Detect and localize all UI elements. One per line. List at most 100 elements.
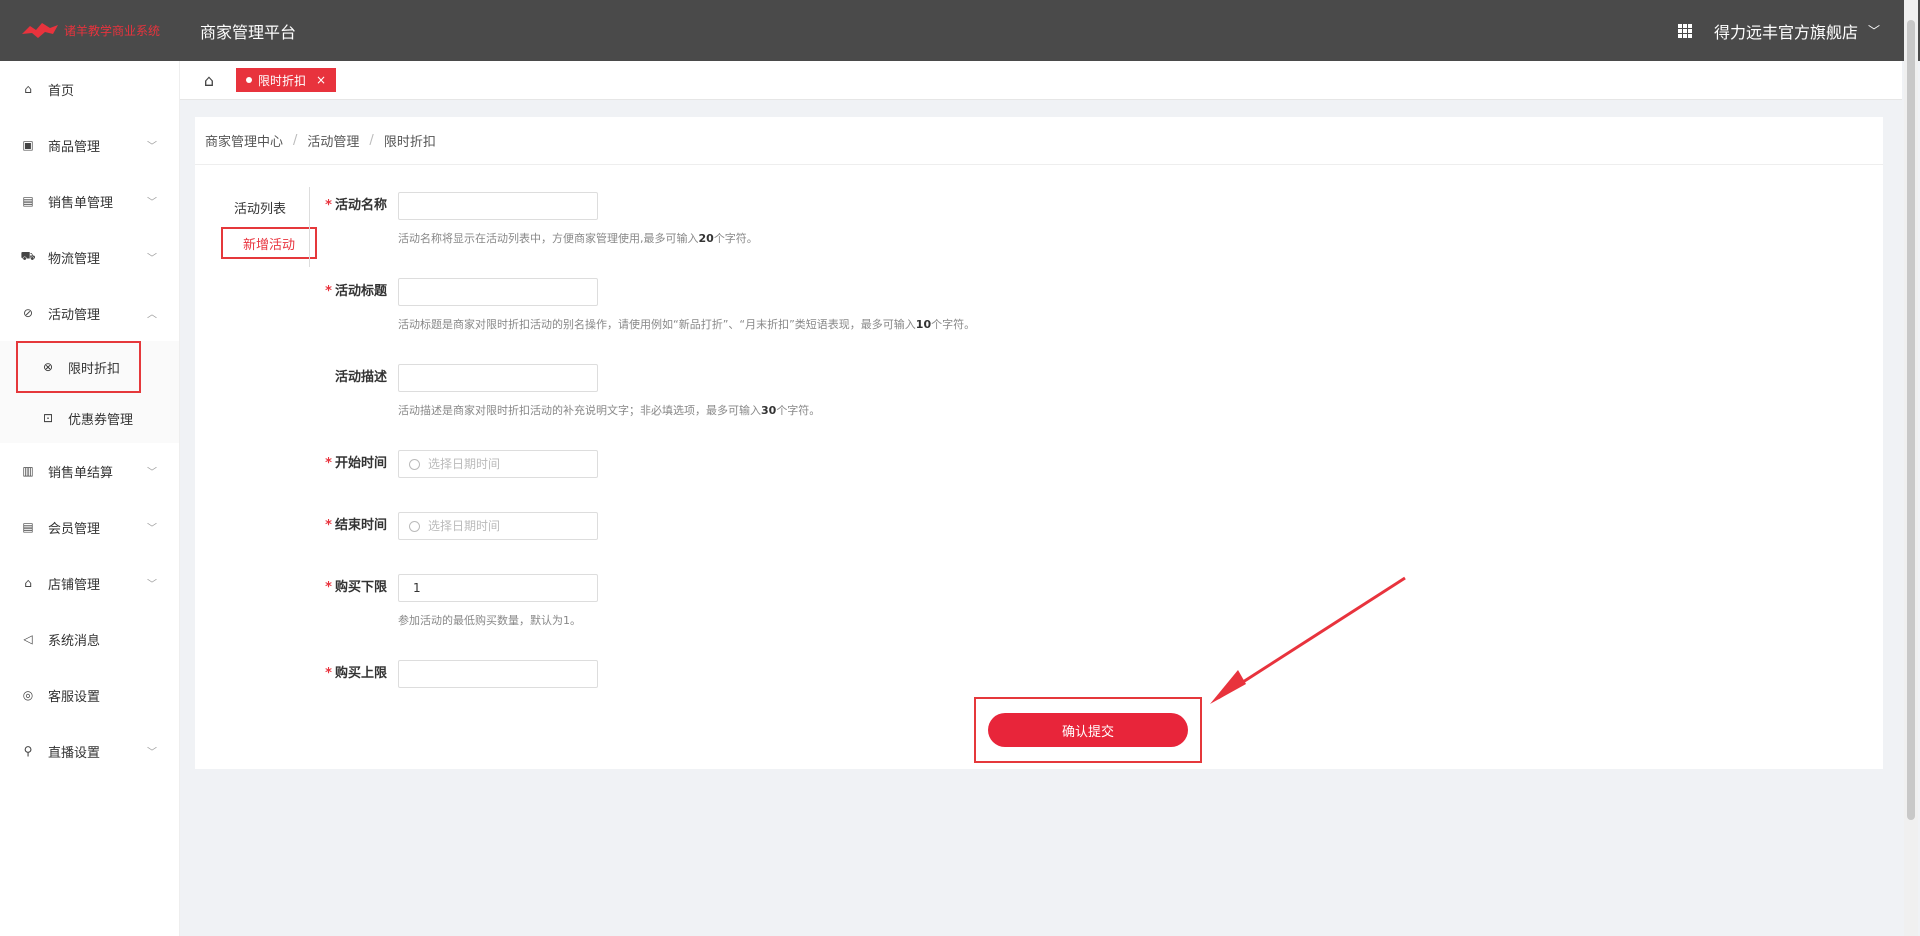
breadcrumb-item[interactable]: 活动管理: [307, 131, 359, 150]
chevron-down-icon: ﹀: [147, 197, 157, 209]
headset-icon: ◎: [22, 688, 34, 702]
sidebar-item-settlement[interactable]: ▥ 销售单结算 ﹀: [0, 443, 179, 499]
field-label: * 开始时间: [315, 450, 387, 478]
form-row-max-purchase: * 购买上限: [315, 660, 598, 688]
field-label-text: 活动名称: [334, 198, 387, 213]
field-label: * 活动标题: [315, 278, 387, 306]
end-time-placeholder: 选择日期时间: [428, 519, 501, 533]
chevron-down-icon: ﹀: [147, 747, 157, 759]
close-icon[interactable]: ×: [316, 73, 326, 87]
sidebar-item-customer-service[interactable]: ◎ 客服设置: [0, 667, 179, 723]
sidebar-item-shop[interactable]: ⌂ 店铺管理 ﹀: [0, 555, 179, 611]
clipboard-icon: ▤: [22, 194, 34, 208]
activity-submenu: ⊗ 限时折扣 ⊡ 优惠券管理: [0, 341, 179, 443]
sidebar-subitem-flash-discount[interactable]: ⊗ 限时折扣: [16, 341, 141, 393]
breadcrumb-item: 限时折扣: [383, 135, 436, 150]
sidebar-item-label: 物流管理: [48, 251, 101, 267]
sidebar-item-live[interactable]: ⚲ 直播设置 ﹀: [0, 723, 179, 779]
store-name-dropdown[interactable]: 得力远丰官方旗舰店: [1714, 19, 1858, 43]
sidebar-subitem-coupons[interactable]: ⊡ 优惠券管理: [0, 393, 179, 443]
sidebar-item-label: 首页: [48, 83, 75, 99]
chevron-down-icon[interactable]: ﹀: [1868, 22, 1880, 39]
field-hint: 活动名称将显示在活动列表中，方便商家管理使用,最多可输入20个字符。: [398, 232, 758, 245]
chevron-up-icon: ︿: [147, 309, 157, 321]
sidebar-item-label: 直播设置: [48, 745, 101, 761]
sidebar-item-label: 会员管理: [48, 521, 101, 537]
left-nav-add-activity[interactable]: 新增活动: [221, 227, 317, 259]
speaker-icon: ◁: [23, 632, 33, 646]
sidebar-item-messages[interactable]: ◁ 系统消息: [0, 611, 179, 667]
coupon-icon: ⊡: [42, 411, 54, 425]
sidebar-item-logistics[interactable]: ⛟ 物流管理 ﹀: [0, 229, 179, 285]
field-label: * 活动名称: [315, 192, 387, 220]
search-icon: ⚲: [23, 744, 33, 758]
tab-bar: ⌂ 限时折扣 ×: [180, 61, 1902, 100]
clock-icon: [409, 520, 420, 532]
sidebar-item-goods[interactable]: ▣ 商品管理 ﹀: [0, 117, 179, 173]
field-label: * 结束时间: [315, 512, 387, 540]
sidebar-item-label: 销售单结算: [48, 465, 114, 481]
top-header: 诸羊教学商业系统 商家管理平台 得力远丰官方旗舰店 ﹀: [0, 0, 1920, 61]
annotation-arrow-icon: [1210, 576, 1406, 704]
sidebar-item-sales-orders[interactable]: ▤ 销售单管理 ﹀: [0, 173, 179, 229]
required-mark: *: [325, 198, 332, 213]
form-row-start-time: * 开始时间 选择日期时间: [315, 450, 598, 478]
form-row-name: * 活动名称 活动名称将显示在活动列表中，方便商家管理使用,最多可输入20个字符。: [315, 192, 758, 246]
home-tab-icon[interactable]: ⌂: [194, 65, 224, 95]
tab-label: 限时折扣: [258, 73, 307, 88]
confirm-submit-button[interactable]: 确认提交: [988, 713, 1188, 747]
sidebar-item-label: 店铺管理: [48, 577, 101, 593]
left-nav-activity-list[interactable]: 活动列表: [215, 187, 305, 227]
discount-icon: ⊗: [42, 360, 54, 374]
tab-flash-discount[interactable]: 限时折扣 ×: [236, 68, 337, 92]
submit-highlight-box: 确认提交: [974, 697, 1202, 763]
logo-mark-icon: [20, 20, 60, 42]
form-row-description: 活动描述 活动描述是商家对限时折扣活动的补充说明文字；非必填选项，最多可输入30…: [315, 364, 820, 418]
sidebar-item-label: 商品管理: [48, 139, 101, 155]
chevron-down-icon: ﹀: [147, 523, 157, 535]
clock-icon: [409, 458, 420, 470]
chevron-down-icon: ﹀: [147, 579, 157, 591]
truck-icon: ⛟: [20, 249, 36, 263]
clipboard-icon: ▤: [22, 520, 34, 534]
sidebar-item-home[interactable]: ⌂ 首页: [0, 61, 179, 117]
field-hint: 活动标题是商家对限时折扣活动的别名操作，请使用例如“新品打折”、“月末折扣”类短…: [398, 318, 976, 331]
activity-left-nav: 活动列表 新增活动: [215, 187, 317, 259]
start-time-placeholder: 选择日期时间: [428, 457, 501, 471]
active-dot: [246, 77, 252, 83]
sidebar-item-label: 活动管理: [48, 307, 101, 323]
shop-icon: ⌂: [24, 576, 32, 590]
logo-text: 诸羊教学商业系统: [64, 24, 161, 38]
max-purchase-input[interactable]: [398, 660, 598, 688]
scrollbar-thumb[interactable]: [1907, 20, 1915, 820]
breadcrumb-separator: /: [369, 133, 374, 148]
start-time-picker[interactable]: 选择日期时间: [398, 450, 598, 478]
sidebar-item-activity[interactable]: ⊘ 活动管理 ︿: [0, 285, 179, 341]
breadcrumb-separator: /: [293, 133, 298, 148]
platform-title: 商家管理平台: [200, 22, 297, 42]
breadcrumb-item[interactable]: 商家管理中心: [205, 131, 283, 150]
page-scrollbar[interactable]: [1904, 0, 1918, 936]
required-mark: *: [325, 580, 332, 595]
required-mark: *: [325, 666, 332, 681]
main-panel: 商家管理中心 / 活动管理 / 限时折扣 活动列表 新增活动 * 活动名称 活动名…: [195, 117, 1883, 769]
document-icon: ▥: [22, 464, 34, 478]
sidebar-item-members[interactable]: ▤ 会员管理 ﹀: [0, 499, 179, 555]
chevron-down-icon: ﹀: [147, 467, 157, 479]
activity-description-input[interactable]: [398, 364, 598, 392]
logo[interactable]: 诸羊教学商业系统: [0, 20, 190, 42]
qrcode-icon[interactable]: [1677, 23, 1692, 38]
activity-name-input[interactable]: [398, 192, 598, 220]
sidebar-item-label: 销售单管理: [48, 195, 114, 211]
field-hint: 活动描述是商家对限时折扣活动的补充说明文字；非必填选项，最多可输入30个字符。: [398, 404, 821, 417]
form-row-title: * 活动标题 活动标题是商家对限时折扣活动的别名操作，请使用例如“新品打折”、“月…: [315, 278, 975, 332]
field-label-text: 结束时间: [334, 518, 387, 533]
form-row-min-purchase: * 购买下限 1 参加活动的最低购买数量，默认为1。: [315, 574, 598, 628]
chevron-down-icon: ﹀: [147, 253, 157, 265]
end-time-picker[interactable]: 选择日期时间: [398, 512, 598, 540]
field-hint: 参加活动的最低购买数量，默认为1。: [398, 614, 581, 627]
activity-title-input[interactable]: [398, 278, 598, 306]
field-label-text: 购买上限: [334, 666, 387, 681]
sidebar: ⌂ 首页 ▣ 商品管理 ﹀ ▤ 销售单管理 ﹀ ⛟ 物流管理 ﹀ ⊘ 活动管理 …: [0, 61, 180, 936]
min-purchase-input[interactable]: 1: [398, 574, 598, 602]
